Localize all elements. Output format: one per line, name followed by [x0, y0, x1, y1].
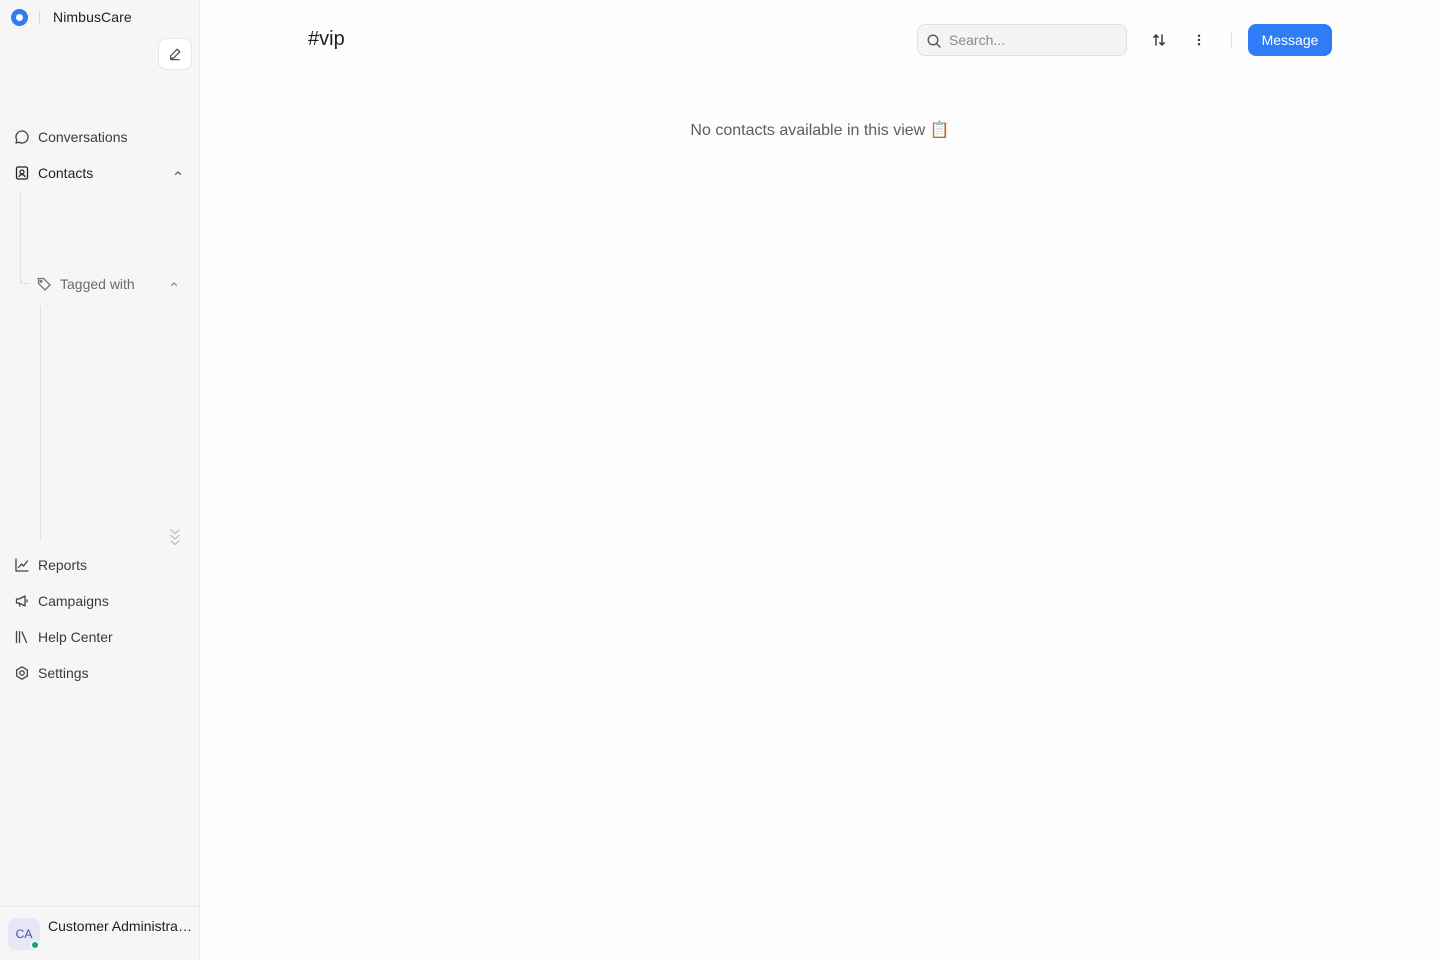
more-vertical-icon — [1197, 34, 1201, 46]
gear-icon — [14, 665, 30, 681]
more-options-button[interactable] — [1183, 24, 1215, 56]
search-icon — [927, 34, 941, 48]
sidebar-item-label: Settings — [38, 665, 89, 681]
brand-divider — [39, 11, 40, 25]
toolbar-divider — [1231, 32, 1232, 48]
chevrons-down-icon[interactable] — [166, 526, 184, 548]
contact-book-icon — [14, 165, 30, 181]
sort-button[interactable] — [1143, 24, 1175, 56]
sidebar-item-label: Reports — [38, 557, 88, 573]
online-status-dot — [30, 940, 40, 950]
edit-pencil-icon — [170, 48, 181, 61]
sort-arrows-icon — [1153, 34, 1165, 46]
sidebar-item-campaigns[interactable]: Campaigns — [8, 586, 192, 616]
sidebar-item-conversations[interactable]: Conversations — [8, 122, 192, 152]
search-input[interactable] — [949, 25, 1119, 55]
empty-state: No contacts available in this view 📋 — [200, 120, 1440, 140]
tree-connector — [40, 306, 41, 540]
brand-logo-icon — [11, 9, 28, 26]
tag-icon — [36, 276, 52, 292]
brand: NimbusCare — [0, 0, 200, 36]
chevron-up-icon[interactable] — [172, 167, 184, 179]
library-books-icon — [14, 629, 30, 645]
sidebar-subitem-tagged-with[interactable]: Tagged with — [30, 269, 190, 299]
tree-connector-elbow — [20, 270, 30, 284]
clipboard-icon: 📋 — [929, 120, 950, 139]
sidebar-subitem-label: Tagged with — [60, 276, 135, 292]
message-button[interactable]: Message — [1248, 24, 1332, 56]
empty-state-text: No contacts available in this view — [690, 122, 926, 139]
sidebar-item-reports[interactable]: Reports — [8, 550, 192, 580]
compose-button[interactable] — [158, 38, 192, 70]
chevron-up-icon[interactable] — [168, 278, 180, 290]
search-box[interactable] — [917, 24, 1127, 56]
sidebar-item-label: Help Center — [38, 629, 113, 645]
sidebar-item-settings[interactable]: Settings — [8, 658, 192, 688]
page-title: #vip — [308, 28, 345, 50]
sidebar-item-label: Contacts — [38, 165, 94, 181]
brand-name: NimbusCare — [53, 9, 132, 25]
sidebar-item-label: Campaigns — [38, 593, 109, 609]
chat-bubble-icon — [14, 129, 30, 145]
sidebar-item-help-center[interactable]: Help Center — [8, 622, 192, 652]
user-name: Customer Administrator — [48, 918, 194, 934]
sidebar: NimbusCare Conversations Contacts Tagged… — [0, 0, 200, 960]
sidebar-item-label: Conversations — [38, 129, 128, 145]
line-chart-icon — [14, 557, 30, 573]
user-menu[interactable]: CA Customer Administrator — [0, 906, 200, 960]
megaphone-icon — [14, 593, 30, 609]
sidebar-item-contacts[interactable]: Contacts — [8, 158, 192, 188]
